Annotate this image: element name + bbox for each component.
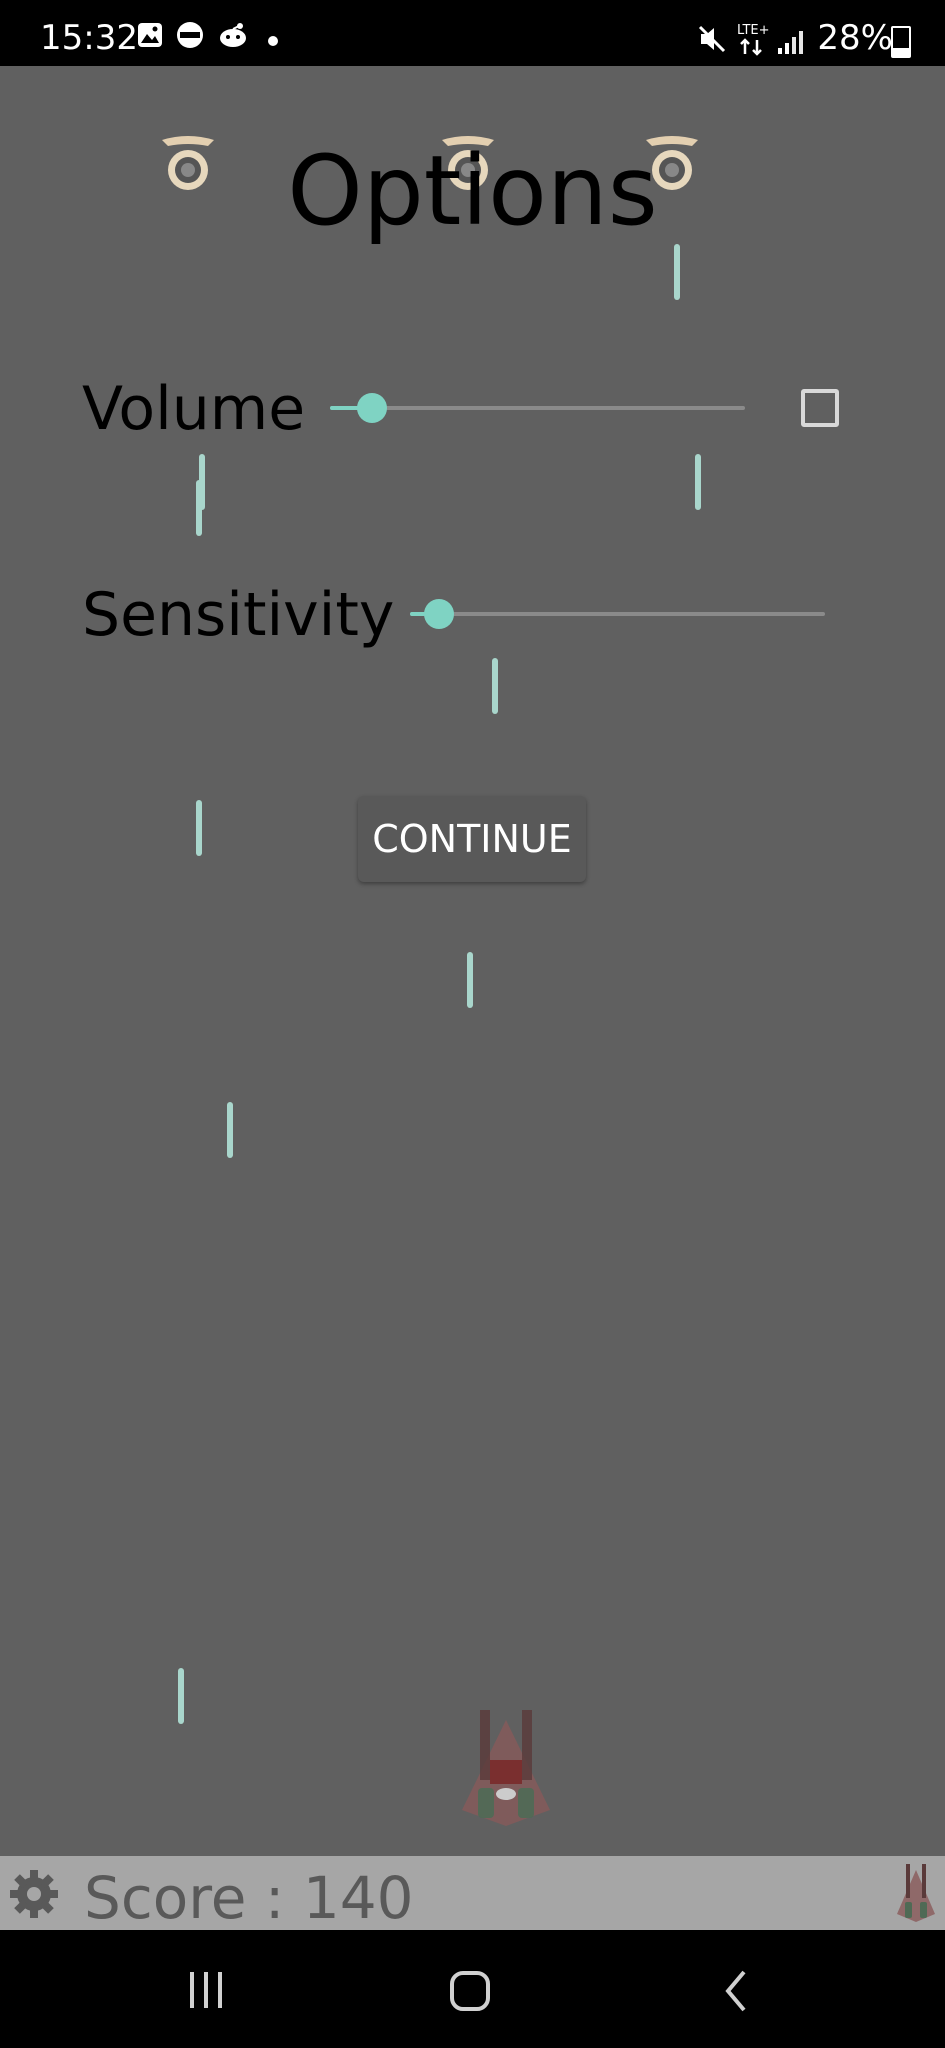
mute-checkbox[interactable] — [801, 389, 839, 427]
bullet — [674, 244, 680, 300]
volume-label: Volume — [82, 374, 306, 444]
lte-data-icon: LTE+ — [737, 23, 769, 56]
bullet — [467, 952, 473, 1008]
player-ship — [462, 1710, 550, 1826]
bullet — [196, 480, 202, 536]
battery-icon — [891, 26, 911, 58]
navigation-bar — [0, 1930, 945, 2048]
gear-icon[interactable] — [8, 1868, 60, 1920]
sensitivity-slider-track — [410, 612, 825, 616]
recent-apps-icon[interactable] — [186, 1966, 226, 2016]
bullet — [178, 1668, 184, 1724]
svg-text:LTE+: LTE+ — [737, 23, 769, 38]
status-bar: 15:32 LTE+ 28% — [0, 0, 945, 66]
sensitivity-slider[interactable] — [410, 594, 825, 634]
sensitivity-slider-thumb[interactable] — [424, 599, 454, 629]
mute-icon — [698, 25, 726, 53]
options-title: Options — [287, 135, 658, 247]
player-ship-icon — [897, 1864, 935, 1922]
bullet — [695, 454, 701, 510]
bullet — [196, 800, 202, 856]
reddit-icon — [220, 23, 246, 47]
home-icon[interactable] — [448, 1966, 492, 2016]
continue-button[interactable]: CONTINUE — [358, 796, 586, 882]
game-canvas[interactable]: Options Volume Sensitivity CONTINUE — [0, 66, 945, 1856]
sensitivity-label: Sensitivity — [82, 580, 395, 650]
score-bar: Score : 140 — [0, 1856, 945, 1932]
status-time: 15:32 — [40, 18, 138, 58]
back-icon[interactable] — [720, 1966, 752, 2016]
volume-slider[interactable] — [330, 388, 745, 428]
gallery-icon — [138, 23, 162, 47]
wear-icon — [177, 22, 203, 48]
battery-percent: 28% — [817, 18, 893, 58]
score-text: Score : 140 — [84, 1864, 414, 1932]
volume-slider-thumb[interactable] — [357, 393, 387, 423]
volume-slider-track — [330, 406, 745, 410]
bullet — [227, 1102, 233, 1158]
bullet — [492, 658, 498, 714]
dot-icon — [268, 36, 278, 46]
signal-icon — [778, 31, 803, 54]
